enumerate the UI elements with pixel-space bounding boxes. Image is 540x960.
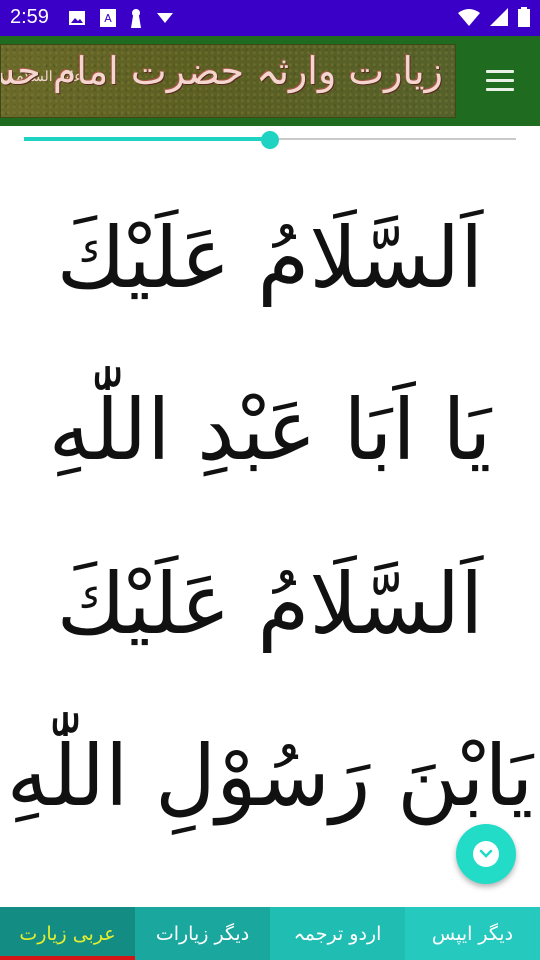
app-bar: علیہ السلام زیارت وارثہ حضرت امام حسین xyxy=(0,36,540,126)
tab-label: دیگر ایپس xyxy=(431,922,514,945)
status-time: 2:59 xyxy=(10,6,49,28)
keyhole-notification-icon xyxy=(131,9,141,28)
hamburger-menu-icon[interactable] xyxy=(486,70,514,92)
wifi-icon xyxy=(458,9,480,26)
dropdown-notification-icon xyxy=(157,13,173,23)
verse-content: اَلسَّلَامُ عَلَيْكَ يَا اَبَا عَبْدِ ال… xyxy=(0,160,540,908)
tab-label: عربی زیارت xyxy=(19,922,116,945)
tab-arabic-ziyarat[interactable]: عربی زیارت xyxy=(0,907,135,960)
svg-text:A: A xyxy=(104,12,112,25)
verse-line: اَلسَّلَامُ عَلَيْكَ xyxy=(56,209,484,307)
text-size-slider[interactable] xyxy=(24,131,516,149)
active-tab-indicator xyxy=(0,956,135,960)
bottom-navigation: عربی زیارت دیگر زیارات اردو ترجمہ دیگر ا… xyxy=(0,907,540,960)
signal-icon xyxy=(490,8,508,26)
image-notification-icon xyxy=(69,11,85,25)
banner-title: زیارت وارثہ حضرت امام حسین xyxy=(1,49,443,93)
tab-label: اردو ترجمہ xyxy=(293,922,382,945)
font-notification-icon: A xyxy=(100,9,116,27)
notification-icons: A xyxy=(68,8,174,28)
verse-line: اَلسَّلَامُ عَلَيْكَ xyxy=(56,555,484,653)
verse-line: يَابْنَ رَسُوْلِ اللّٰهِ xyxy=(6,727,534,825)
slider-fill xyxy=(24,137,270,141)
tab-other-apps[interactable]: دیگر ایپس xyxy=(405,907,540,960)
chevron-down-icon xyxy=(473,841,499,867)
tab-label: دیگر زیارات xyxy=(155,922,250,945)
status-bar: 2:59 A xyxy=(0,0,540,36)
tab-urdu-translation[interactable]: اردو ترجمہ xyxy=(270,907,405,960)
verse-line: يَا اَبَا عَبْدِ اللّٰهِ xyxy=(48,381,492,479)
title-banner: علیہ السلام زیارت وارثہ حضرت امام حسین xyxy=(0,44,456,118)
tab-other-ziyarat[interactable]: دیگر زیارات xyxy=(135,907,270,960)
system-status-icons xyxy=(458,7,530,27)
battery-icon xyxy=(518,7,530,27)
slider-thumb[interactable] xyxy=(261,131,279,149)
scroll-down-button[interactable] xyxy=(456,824,516,884)
